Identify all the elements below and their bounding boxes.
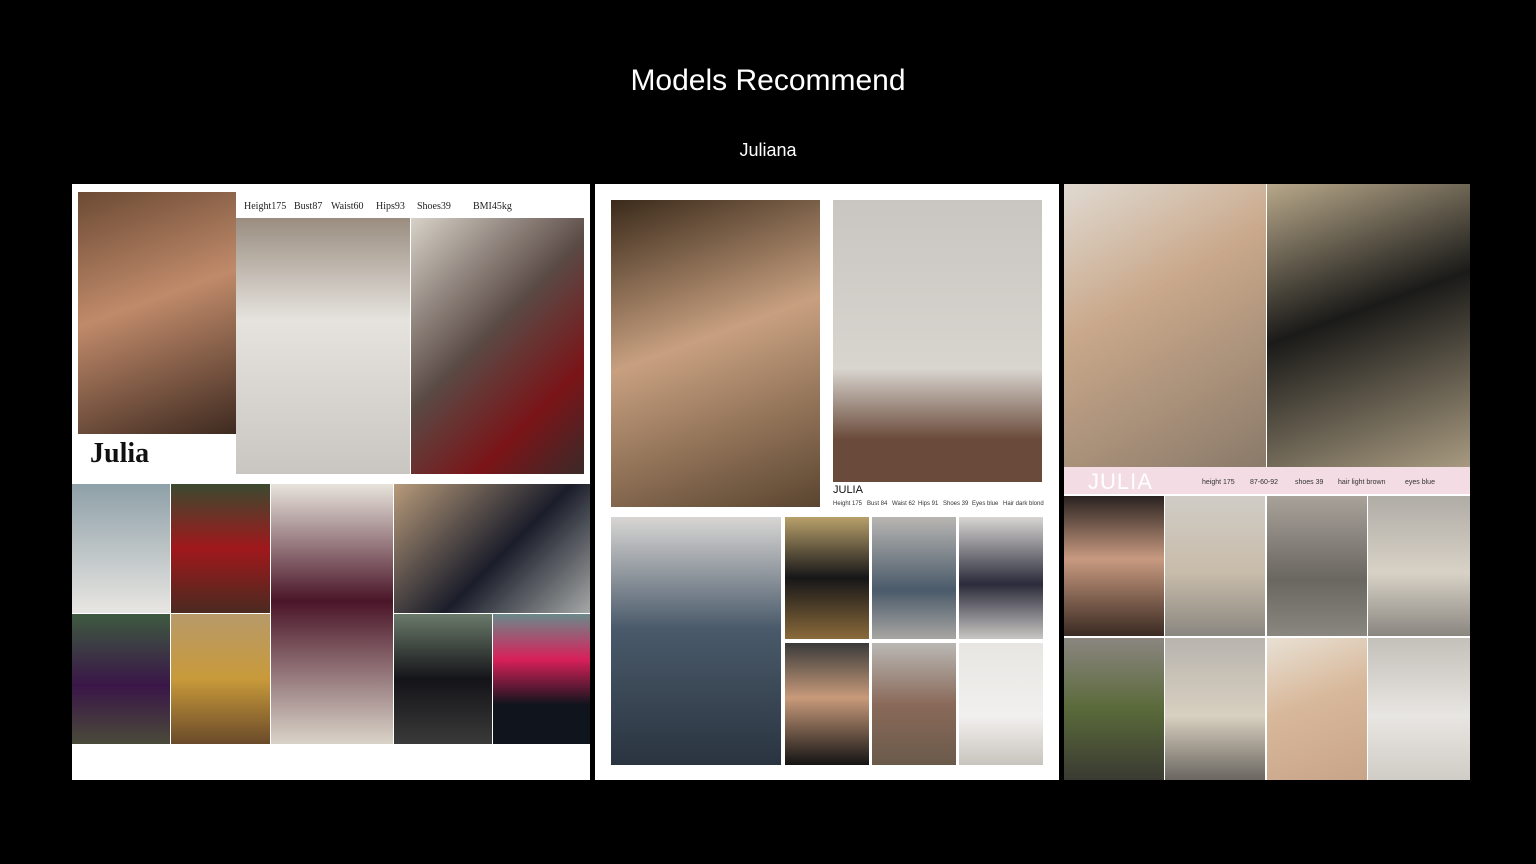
stat-eyes: eyes blue bbox=[1405, 479, 1435, 486]
photo-grid-6 bbox=[171, 614, 270, 744]
photo-grid-3 bbox=[271, 484, 393, 744]
photo-grid-8 bbox=[1368, 638, 1470, 780]
portrait-photo bbox=[78, 192, 236, 434]
photo-grid-4 bbox=[394, 484, 590, 613]
photo-grid-7 bbox=[1267, 638, 1367, 780]
photo-grid-2 bbox=[872, 517, 956, 639]
photo-grid-4 bbox=[785, 643, 869, 765]
red-dress-photo bbox=[411, 218, 584, 474]
model-card-3[interactable]: JULIA height 175 87-60-92 shoes 39 hair … bbox=[1064, 184, 1470, 780]
stat-hair: Hair dark blond bbox=[1003, 501, 1044, 507]
photo-grid-1 bbox=[785, 517, 869, 639]
stat-hips: Hips 91 bbox=[918, 501, 939, 507]
photo-grid-3 bbox=[1267, 496, 1367, 636]
photo-grid-3 bbox=[959, 517, 1043, 639]
photo-grid-6 bbox=[1165, 638, 1265, 780]
stat-waist: Waist60 bbox=[331, 201, 364, 212]
model-name: Julia bbox=[90, 438, 150, 469]
stat-bust: Bust 84 bbox=[867, 501, 888, 507]
photo-grid-5 bbox=[872, 643, 956, 765]
stat-bust: Bust87 bbox=[294, 201, 323, 212]
white-dress-photo bbox=[236, 218, 410, 474]
stat-height: Height 175 bbox=[833, 501, 863, 507]
stat-height: height 175 bbox=[1202, 479, 1235, 486]
stat-shoes: Shoes39 bbox=[417, 201, 451, 212]
full-body-photo bbox=[833, 200, 1042, 482]
stat-waist: Waist 62 bbox=[892, 501, 916, 507]
stat-measurements: 87-60-92 bbox=[1250, 479, 1279, 486]
stat-height: Height175 bbox=[244, 201, 287, 212]
photo-grid-4 bbox=[1368, 496, 1470, 636]
portrait-photo bbox=[611, 200, 820, 507]
stat-shoes: Shoes 39 bbox=[943, 501, 969, 507]
stat-shoes: shoes 39 bbox=[1295, 479, 1324, 486]
model-name: JULIA bbox=[1088, 469, 1153, 494]
stat-hips: Hips93 bbox=[376, 201, 405, 212]
photo-grid-5 bbox=[72, 614, 170, 744]
photo-grid-2 bbox=[1165, 496, 1265, 636]
photo-grid-6 bbox=[959, 643, 1043, 765]
stat-bmi: BMI45kg bbox=[473, 201, 512, 212]
model-card-1[interactable]: Julia Height175 Bust87 Waist60 Hips93 Sh… bbox=[72, 184, 590, 780]
stat-eyes: Eyes blue bbox=[972, 501, 999, 507]
photo-grid-8 bbox=[493, 614, 590, 744]
denim-photo bbox=[611, 517, 781, 765]
stat-hair: hair light brown bbox=[1338, 479, 1386, 486]
coat-photo bbox=[1267, 184, 1470, 467]
page-title: Models Recommend bbox=[630, 64, 906, 97]
photo-grid-1 bbox=[1064, 496, 1164, 636]
page-subtitle: Juliana bbox=[739, 140, 797, 160]
photo-grid-5 bbox=[1064, 638, 1164, 780]
photo-grid-7 bbox=[394, 614, 492, 744]
portrait-photo bbox=[1064, 184, 1266, 467]
model-card-2[interactable]: JULIA Height 175 Bust 84 Waist 62 Hips 9… bbox=[595, 184, 1059, 780]
photo-grid-2 bbox=[171, 484, 270, 613]
model-name: JULIA bbox=[833, 484, 863, 496]
photo-grid-1 bbox=[72, 484, 170, 613]
